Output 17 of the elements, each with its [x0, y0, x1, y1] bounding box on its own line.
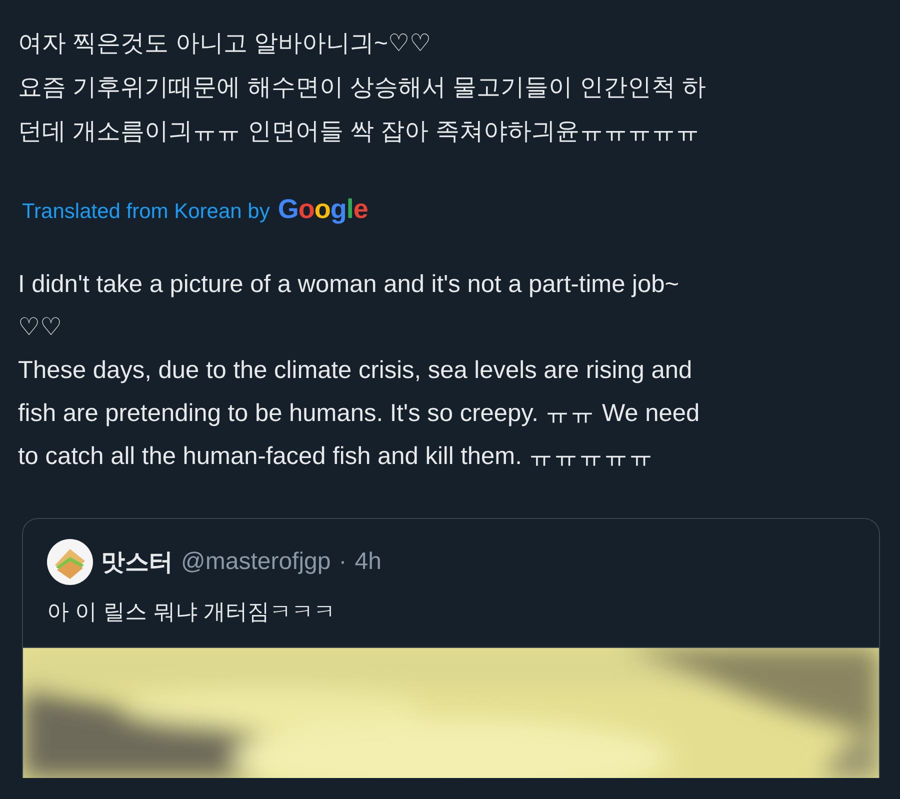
google-logo: Google [278, 194, 368, 225]
quoted-post-card[interactable]: 맛스터 @masterofjgp · 4h 아 이 릴스 뭐냐 개터짐ㅋㅋㅋ [22, 518, 880, 778]
post-text-line: 여자 찍은것도 아니고 알바아니긔~♡♡ [18, 29, 432, 59]
translation-label: Translated from Korean by [22, 200, 270, 224]
post-time[interactable]: 4h [354, 548, 382, 576]
translated-text-line: I didn't take a picture of a woman and it's not a part-time job~ [18, 270, 680, 300]
translated-text-line: These days, due to the climate crisis, sea levels are rising and [18, 356, 694, 386]
quoted-post-text: 아 이 릴스 뭐냐 개터짐ㅋㅋㅋ [46, 598, 336, 626]
translated-text-line: ♡♡ [18, 313, 63, 343]
translated-text-line: to catch all the human-faced fish and kill them. ㅠㅠㅠㅠㅠ [18, 442, 655, 472]
translated-text-line: fish are pretending to be humans. It's so creepy. ㅠㅠ We need [18, 399, 701, 429]
avatar [47, 539, 93, 585]
post-text-line: 던데 개소름이긔ㅠㅠ 인면어들 싹 잡아 족쳐야하긔윤ㅠㅠㅠㅠㅠ [18, 117, 700, 147]
post-text-line: 요즘 기후위기때문에 해수면이 상승해서 물고기들이 인간인척 하 [18, 73, 708, 103]
display-name[interactable]: 맛스터 [101, 546, 173, 578]
user-handle[interactable]: @masterofjgp [181, 548, 331, 576]
separator-dot: · [338, 548, 347, 576]
